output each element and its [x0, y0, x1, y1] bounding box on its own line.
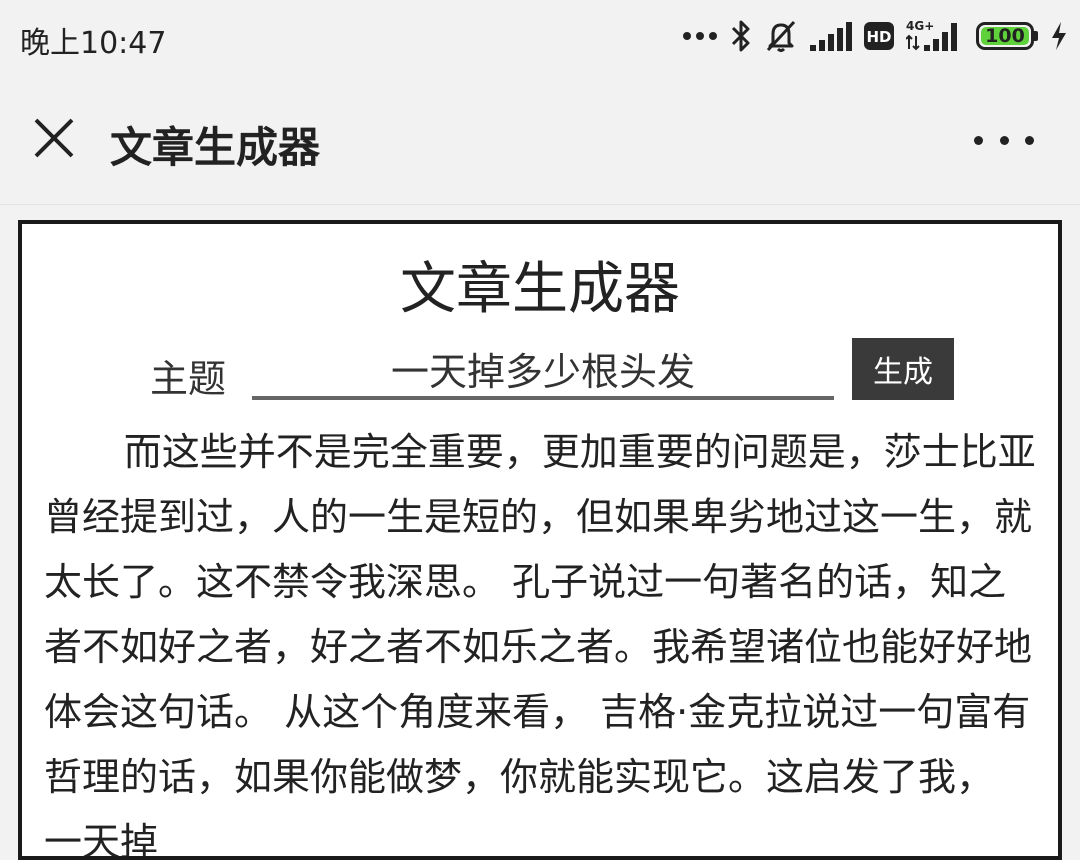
4g-signal-icon: 4G+ [906, 19, 957, 51]
bluetooth-icon [731, 20, 750, 52]
status-time: 晚上10:47 [20, 26, 167, 61]
status-bar: 晚上10:47 HD 4G+ 100 [0, 0, 1080, 76]
svg-text:HD: HD [866, 28, 891, 46]
topic-label: 主题 [150, 357, 227, 401]
battery-icon: 100 [976, 22, 1038, 50]
more-dot [974, 135, 983, 145]
mute-bell-icon [766, 20, 796, 52]
generator-panel: 文章生成器 主题 生成 而这些并不是完全重要，更加重要的问题是，莎士比亚曾经提到… [18, 220, 1062, 860]
close-button[interactable] [26, 110, 82, 166]
topic-input[interactable] [252, 340, 834, 400]
svg-text:4G+: 4G+ [906, 19, 934, 33]
more-menu-button[interactable] [974, 126, 1034, 154]
hd-icon: HD [864, 22, 894, 50]
battery-level: 100 [981, 26, 1029, 45]
generated-article: 而这些并不是完全重要，更加重要的问题是，莎士比亚曾经提到过，人的一生是短的，但如… [44, 430, 1036, 860]
generate-button[interactable]: 生成 [852, 338, 954, 400]
signal-icon [810, 22, 852, 51]
more-dot [999, 135, 1009, 145]
app-title: 文章生成器 [110, 123, 321, 172]
title-bar: 文章生成器 [0, 76, 1080, 205]
more-dots-icon [683, 32, 717, 40]
page-heading: 文章生成器 [400, 257, 680, 322]
charging-icon [1052, 22, 1066, 50]
status-icons: HD 4G+ 100 [682, 16, 1068, 56]
more-dot [1025, 135, 1034, 145]
close-icon [34, 118, 74, 158]
